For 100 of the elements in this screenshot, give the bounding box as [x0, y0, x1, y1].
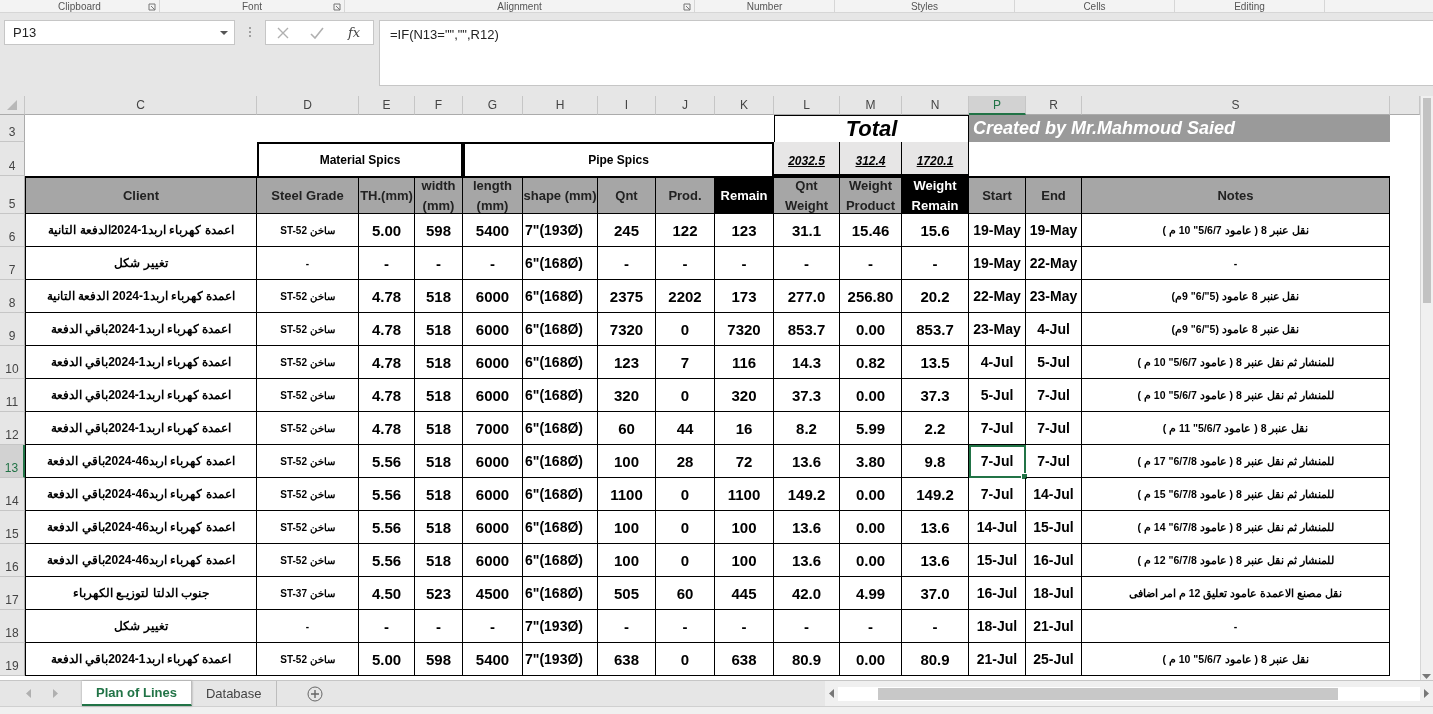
row-header[interactable]: 6 — [0, 214, 25, 247]
column-header[interactable]: R — [1026, 96, 1082, 115]
enter-check-icon[interactable] — [310, 26, 325, 39]
client-cell: اعمدة كهرباء اربد1-2024باقي الدفعة — [25, 346, 257, 379]
table-cell: 6000 — [463, 280, 523, 313]
scroll-right-icon[interactable] — [53, 689, 58, 698]
row-header[interactable]: 9 — [0, 313, 25, 346]
row-header[interactable]: 7 — [0, 247, 25, 280]
row-header[interactable]: 3 — [0, 115, 25, 142]
table-cell: 123 — [715, 214, 774, 247]
scroll-left-icon[interactable] — [829, 689, 834, 698]
table-cell: 245 — [598, 214, 656, 247]
table-cell: 0.82 — [840, 346, 902, 379]
scroll-right-icon[interactable] — [1424, 689, 1429, 698]
table-cell: - — [840, 247, 902, 280]
cancel-icon[interactable] — [276, 26, 289, 39]
column-heading: Qnt — [598, 176, 656, 214]
table-cell: 4-Jul — [1026, 313, 1082, 346]
client-cell: تغيير شكل — [25, 610, 257, 643]
table-cell: 21-Jul — [1026, 610, 1082, 643]
table-cell: 122 — [656, 214, 715, 247]
table-cell: - — [359, 610, 415, 643]
table-cell: 116 — [715, 346, 774, 379]
table-cell: 14-Jul — [1026, 478, 1082, 511]
table-cell: - — [774, 610, 840, 643]
column-header[interactable] — [1390, 96, 1420, 115]
table-cell: 5.56 — [359, 544, 415, 577]
table-cell: 7-Jul — [1026, 379, 1082, 412]
table-cell: - — [902, 610, 969, 643]
column-header[interactable]: E — [359, 96, 415, 115]
table-cell: - — [463, 610, 523, 643]
ribbon-group-label: Cells — [1083, 0, 1106, 12]
table-cell: ساخن ST-52 — [257, 280, 359, 313]
table-cell: 22-May — [969, 280, 1026, 313]
select-all-icon[interactable] — [5, 98, 19, 112]
column-header[interactable]: C — [25, 96, 257, 115]
column-header[interactable]: D — [257, 96, 359, 115]
sheet-tab[interactable]: Plan of Lines — [82, 681, 192, 706]
table-cell: 7"(193Ø) — [523, 643, 598, 676]
column-header[interactable]: I — [598, 96, 656, 115]
row-header[interactable]: 16 — [0, 544, 25, 577]
row-header[interactable]: 18 — [0, 610, 25, 643]
dialog-launcher-icon[interactable] — [148, 3, 156, 11]
total-value: 1720.1 — [902, 142, 969, 176]
table-cell: 518 — [415, 313, 463, 346]
table-cell: ساخن ST-52 — [257, 412, 359, 445]
row-header[interactable]: 4 — [0, 142, 25, 176]
column-header[interactable]: J — [656, 96, 715, 115]
column-header[interactable]: M — [840, 96, 902, 115]
column-header[interactable]: H — [523, 96, 598, 115]
table-cell: 15-Jul — [1026, 511, 1082, 544]
scroll-thumb[interactable] — [1423, 98, 1431, 303]
table-cell: 0.00 — [840, 379, 902, 412]
table-cell: 72 — [715, 445, 774, 478]
row-header[interactable]: 12 — [0, 412, 25, 445]
dialog-launcher-icon[interactable] — [333, 3, 341, 11]
table-cell: 16-Jul — [969, 577, 1026, 610]
row-header[interactable]: 10 — [0, 346, 25, 379]
column-header[interactable]: P — [969, 96, 1026, 115]
table-cell: 19-May — [969, 214, 1026, 247]
table-cell: 23-May — [1026, 280, 1082, 313]
dialog-launcher-icon[interactable] — [683, 3, 691, 11]
scroll-thumb[interactable] — [878, 687, 1338, 700]
table-cell: 6"(168Ø) — [523, 412, 598, 445]
row-header[interactable]: 14 — [0, 478, 25, 511]
add-sheet-icon[interactable] — [306, 685, 323, 702]
dropdown-caret-icon[interactable] — [220, 30, 228, 35]
row-header[interactable]: 5 — [0, 176, 25, 214]
table-cell: 100 — [598, 445, 656, 478]
column-header[interactable]: K — [715, 96, 774, 115]
name-box[interactable]: P13 — [4, 20, 235, 45]
horizontal-scrollbar[interactable] — [825, 681, 1433, 706]
column-header[interactable]: S — [1082, 96, 1390, 115]
insert-function-button[interactable]: fx — [346, 25, 363, 40]
row-header[interactable]: 8 — [0, 280, 25, 313]
formula-field[interactable]: =IF(N13="","",R12) — [379, 20, 1433, 86]
column-header[interactable]: F — [415, 96, 463, 115]
column-header[interactable]: G — [463, 96, 523, 115]
vertical-scrollbar[interactable] — [1420, 96, 1433, 680]
column-heading: length (mm) — [463, 176, 523, 214]
table-cell: 80.9 — [902, 643, 969, 676]
row-header[interactable]: 11 — [0, 379, 25, 412]
table-cell: 6000 — [463, 478, 523, 511]
row-header[interactable]: 13 — [0, 445, 25, 478]
scroll-left-icon[interactable] — [26, 689, 31, 698]
table-cell: 20.2 — [902, 280, 969, 313]
table-cell: 8.2 — [774, 412, 840, 445]
row-header[interactable]: 17 — [0, 577, 25, 610]
notes-cell: - — [1082, 247, 1390, 280]
row-header[interactable]: 15 — [0, 511, 25, 544]
column-header[interactable]: N — [902, 96, 969, 115]
row-header[interactable]: 19 — [0, 643, 25, 676]
notes-cell: نقل عنبر 8 ( عامود 5/6/7" 10 م ) — [1082, 643, 1390, 676]
table-cell: 60 — [598, 412, 656, 445]
table-cell: 100 — [598, 511, 656, 544]
table-cell: 13.6 — [774, 511, 840, 544]
table-cell: 518 — [415, 412, 463, 445]
fill-handle[interactable] — [1021, 473, 1028, 480]
table-cell: 22-May — [1026, 247, 1082, 280]
column-header[interactable]: L — [774, 96, 840, 115]
